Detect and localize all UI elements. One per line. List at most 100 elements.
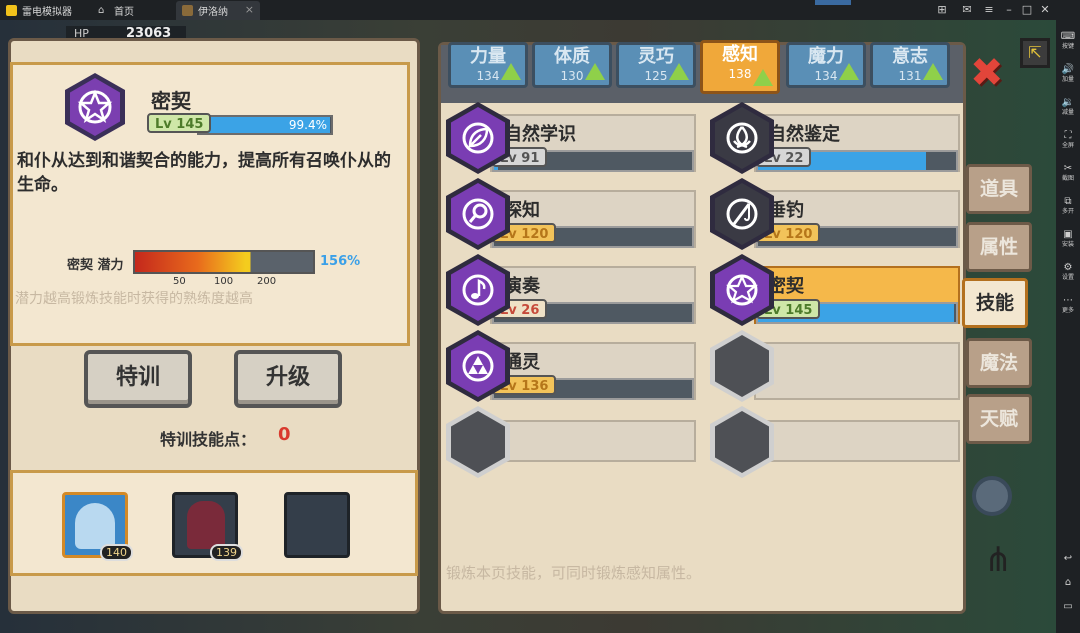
skill-description-box: 密契 99.4% Lv 145 和仆从达到和谐契合的能力，提高所有召唤仆从的生命… — [10, 62, 410, 346]
app-name: 雷电模拟器 — [22, 7, 72, 18]
side-tab-skills[interactable]: 技能 — [962, 278, 1028, 328]
skill-item[interactable]: 通灵 Lv 136 — [446, 330, 698, 402]
volume-up-icon: 🔊 — [1061, 64, 1075, 75]
skill-detail-level: Lv 145 — [147, 113, 212, 133]
skill-item[interactable]: 自然学识 Lv 91 — [446, 102, 698, 174]
party-slot[interactable]: 139 — [172, 492, 243, 561]
menu-icon[interactable]: ≡ — [982, 3, 996, 17]
app-title: 雷电模拟器 — [0, 1, 84, 20]
potential-hint: 潜力越高锻炼技能时获得的熟练度越高 — [15, 291, 253, 307]
back-icon: ↩ — [1063, 553, 1073, 564]
side-tab-attributes[interactable]: 属性 — [966, 222, 1032, 272]
party-slot[interactable]: 140 — [62, 492, 133, 561]
side-tab-magic[interactable]: 魔法 — [966, 338, 1032, 388]
fishing-rod-icon — [726, 198, 758, 230]
party-member-level: 139 — [210, 544, 243, 561]
screenshot-button[interactable]: ✂ 截图 — [1056, 162, 1080, 182]
skill-slot-empty — [710, 330, 962, 402]
game-canvas: HP 23063 密契 99.4% Lv 145 和仆从达到和谐契合的能力，提高… — [0, 20, 1056, 633]
recent-apps-button[interactable]: ▭ — [1056, 600, 1080, 613]
tab-home-label: 首页 — [114, 7, 134, 18]
stat-tab-will[interactable]: 意志 131 — [870, 42, 950, 88]
close-tab-icon[interactable]: × — [245, 3, 254, 16]
footer-hint: 锻炼本页技能，可同时锻炼感知属性。 — [446, 564, 702, 582]
skill-name: 自然鉴定 — [768, 124, 840, 145]
side-tab-talents[interactable]: 天赋 — [966, 394, 1032, 444]
level-up-arrow-icon — [585, 63, 605, 80]
level-up-arrow-icon — [839, 63, 859, 80]
emulator-titlebar: 雷电模拟器 ⌂ 首页 伊洛纳 × ⊞ ✉ ≡ – □ ✕ — [0, 0, 1056, 20]
potential-tick: 50 — [173, 276, 186, 287]
settings-button[interactable]: ⚙ 设置 — [1056, 261, 1080, 281]
multi-instance-button[interactable]: ⧉ 多开 — [1056, 195, 1080, 215]
mail-icon[interactable]: ✉ — [960, 3, 974, 17]
home-nav-icon: ⌂ — [1064, 577, 1072, 588]
level-up-arrow-icon — [501, 63, 521, 80]
level-up-arrow-icon — [753, 69, 773, 86]
keymap-button[interactable]: ⌨ 按键 — [1056, 30, 1080, 50]
magnifier-icon — [462, 198, 494, 230]
potential-tick: 100 — [214, 276, 234, 287]
tab-home[interactable]: ⌂ 首页 — [92, 1, 172, 20]
skill-item[interactable]: 探知 Lv 120 — [446, 178, 698, 250]
party-member-avatar — [75, 503, 115, 549]
stat-tab-dexterity[interactable]: 灵巧 125 — [616, 42, 696, 88]
potential-tick: 200 — [257, 276, 277, 287]
skill-description: 和仆从达到和谐契合的能力，提高所有召唤仆从的生命。 — [17, 151, 391, 195]
party-member-avatar — [187, 501, 225, 549]
scissors-icon: ✂ — [1063, 163, 1073, 174]
home-nav-button[interactable]: ⌂ — [1056, 576, 1080, 589]
fullscreen-icon: ⛶ — [1064, 130, 1072, 141]
stat-tab-magic[interactable]: 魔力 134 — [786, 42, 866, 88]
upgrade-button[interactable]: 升级 — [234, 350, 342, 408]
install-button[interactable]: ▣ 安装 — [1056, 228, 1080, 248]
level-up-arrow-icon — [669, 63, 689, 80]
close-window-icon[interactable]: ✕ — [1038, 3, 1052, 17]
gamepad-icon[interactable]: ⊞ — [935, 3, 949, 17]
minimize-icon[interactable]: – — [1002, 3, 1016, 17]
volume-down-button[interactable]: 🔉 减量 — [1056, 96, 1080, 116]
pentagram-icon — [726, 274, 758, 306]
stat-tab-strength[interactable]: 力量 134 — [448, 42, 528, 88]
selected-skill-icon — [65, 73, 125, 141]
more-icon: ⋯ — [1063, 295, 1073, 306]
keyboard-icon: ⌨ — [1060, 31, 1076, 42]
expand-icon[interactable]: ⇱ — [1020, 38, 1050, 68]
emulator-sidebar: ⌨ 按键 🔊 加量 🔉 减量 ⛶ 全屏 ✂ 截图 ⧉ 多开 ▣ 安装 ⚙ 设置 ⋯ 更多 ↩ ⌂ … — [1056, 0, 1080, 633]
skill-item[interactable]: 演奏 Lv 26 — [446, 254, 698, 326]
party-member-level: 140 — [100, 544, 133, 561]
potential-bar — [133, 250, 315, 274]
gear-icon: ⚙ — [1063, 262, 1073, 273]
tab-game[interactable]: 伊洛纳 × — [176, 1, 260, 20]
network-icon[interactable]: ⋔ — [984, 540, 1013, 580]
home-icon: ⌂ — [98, 5, 105, 16]
skill-detail-progress-text: 99.4% — [288, 118, 327, 132]
app-logo-icon — [6, 5, 17, 16]
skill-slot-empty — [446, 406, 698, 478]
close-icon[interactable]: ✖ — [970, 50, 1004, 96]
level-up-arrow-icon — [923, 63, 943, 80]
joystick-icon[interactable] — [972, 476, 1012, 516]
stat-tab-perception[interactable]: 感知 138 — [700, 40, 780, 94]
skill-item[interactable]: 垂钓 Lv 120 — [710, 178, 962, 250]
skill-detail-name: 密契 — [151, 89, 191, 113]
pentagram-icon — [77, 89, 113, 124]
skill-item[interactable]: 自然鉴定 Lv 22 — [710, 102, 962, 174]
signal-indicator — [815, 0, 851, 5]
train-button[interactable]: 特训 — [84, 350, 192, 408]
triquetra-icon — [726, 122, 758, 154]
fullscreen-button[interactable]: ⛶ 全屏 — [1056, 129, 1080, 149]
party-slot-empty[interactable] — [284, 492, 350, 558]
volume-down-icon: 🔉 — [1061, 97, 1075, 108]
back-button[interactable]: ↩ — [1056, 552, 1080, 565]
train-points-label: 特训技能点： — [160, 430, 257, 449]
skill-detail-progress-bar: 99.4% — [197, 115, 333, 135]
side-tab-items[interactable]: 道具 — [966, 164, 1032, 214]
stat-tab-constitution[interactable]: 体质 130 — [532, 42, 612, 88]
apk-icon: ▣ — [1063, 229, 1073, 240]
maximize-icon[interactable]: □ — [1020, 3, 1034, 17]
volume-up-button[interactable]: 🔊 加量 — [1056, 63, 1080, 83]
recent-apps-icon: ▭ — [1063, 601, 1073, 612]
skill-item-selected[interactable]: 密契 Lv 145 — [710, 254, 962, 326]
more-button[interactable]: ⋯ 更多 — [1056, 294, 1080, 314]
